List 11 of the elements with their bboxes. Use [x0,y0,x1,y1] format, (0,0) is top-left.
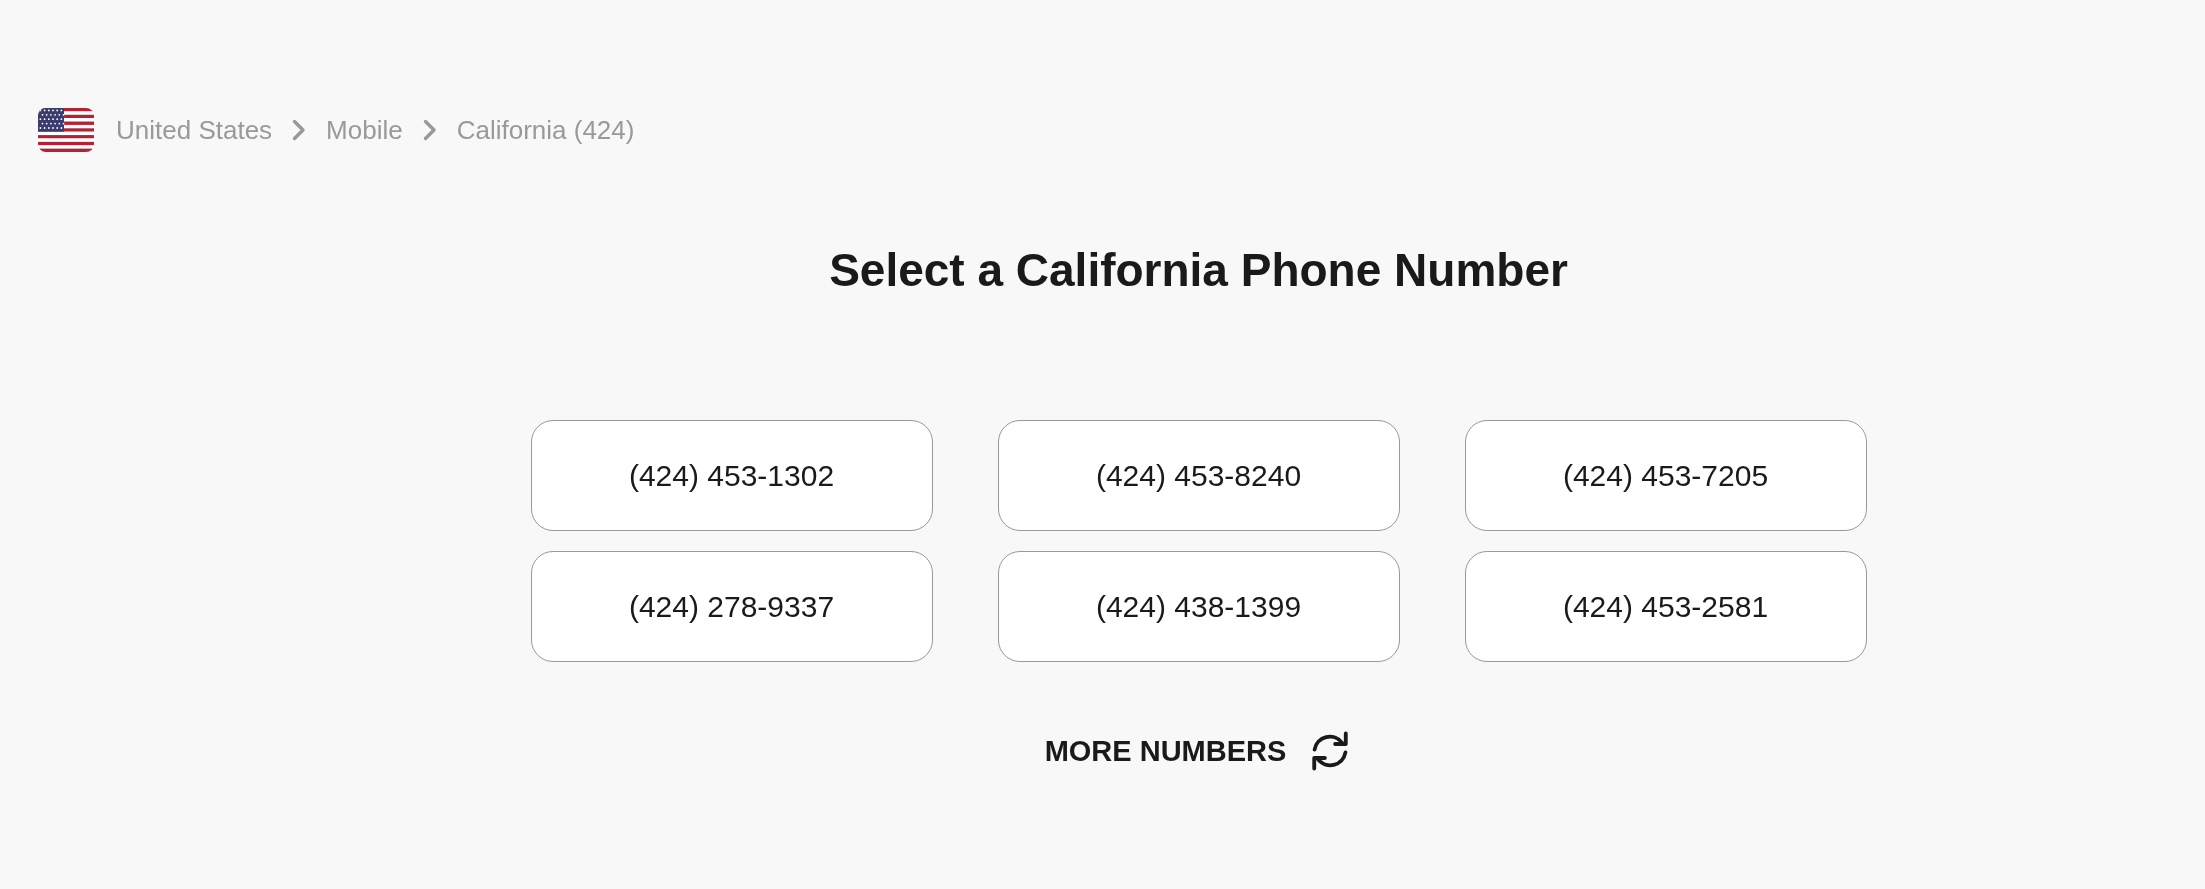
chevron-right-icon [292,119,307,141]
page-heading: Select a California Phone Number [829,243,1568,298]
phone-number-button[interactable]: (424) 453-8240 [997,420,1400,531]
phone-number-button[interactable]: (424) 438-1399 [997,551,1400,662]
phone-number-button[interactable]: (424) 453-2581 [1464,551,1867,662]
flag-icon [38,108,94,152]
chevron-right-icon [422,119,437,141]
more-numbers-button[interactable]: MORE NUMBERS [1044,729,1353,773]
phone-number-button[interactable]: (424) 278-9337 [530,551,933,662]
phone-number-button[interactable]: (424) 453-7205 [1464,420,1867,531]
phone-number-button[interactable]: (424) 453-1302 [530,420,933,531]
